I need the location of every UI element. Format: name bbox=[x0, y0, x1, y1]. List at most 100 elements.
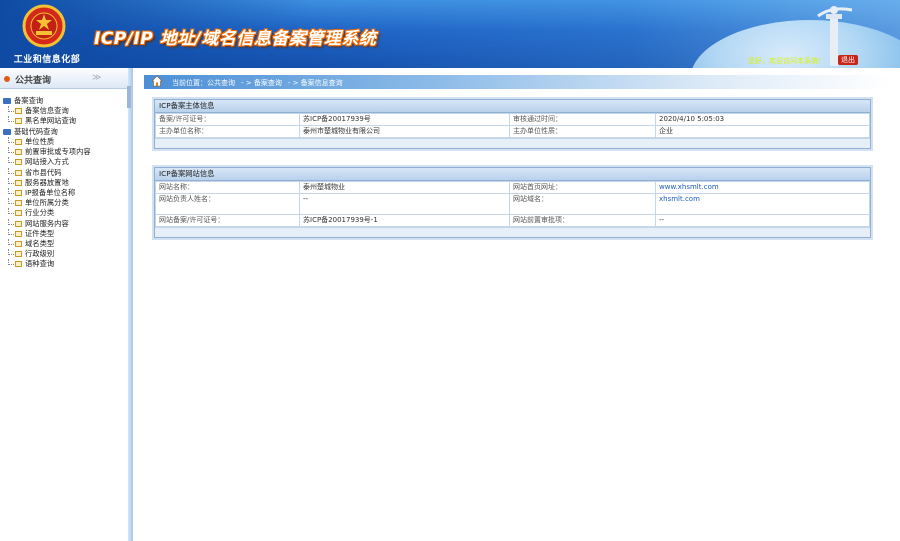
folder-icon bbox=[3, 128, 11, 135]
nav-item-label: 黑名单网站查询 bbox=[25, 116, 77, 126]
nav-item[interactable]: 黑名单网站查询 bbox=[8, 116, 76, 126]
nav-group-1[interactable]: 基础代码查询 bbox=[3, 127, 58, 137]
table-row: 主办单位名称： 泰州市楚城物业有限公司 主办单位性质： 企业 bbox=[155, 125, 870, 138]
nav-item-label: 省市县代码 bbox=[25, 167, 62, 177]
panel-title: ICP备案网站信息 bbox=[155, 168, 870, 181]
document-icon bbox=[15, 220, 22, 227]
icp-site-panel: ICP备案网站信息 网站名称： 泰州楚城物业 网站首页网址： www.xhsmlt.c… bbox=[154, 167, 871, 238]
document-icon bbox=[15, 108, 22, 114]
sidebar: 公共查询 ≫ 备案查询 备案信息查询 黑名单网站查询 基础代码查询 单位性质 前置审批或专… bbox=[0, 68, 133, 541]
document-icon bbox=[15, 200, 22, 207]
orange-bullet-icon bbox=[4, 76, 10, 82]
sidebar-scrollbar[interactable] bbox=[127, 86, 131, 108]
field-label: 网站域名： bbox=[509, 193, 656, 215]
sidebar-title: 公共查询 bbox=[15, 76, 52, 86]
document-icon bbox=[15, 149, 22, 156]
field-label: 网站名称： bbox=[155, 181, 300, 194]
national-emblem-icon bbox=[22, 4, 66, 48]
nav-group-label: 基础代码查询 bbox=[14, 126, 58, 136]
system-title: ICP/IP 地址/域名信息备案管理系统 bbox=[94, 29, 377, 49]
subject-table: 备案/许可证号： 苏ICP备20017939号 审核通过时间： 2020/4/10 5… bbox=[155, 113, 870, 138]
nav-item[interactable]: 省市县代码 bbox=[8, 167, 62, 178]
document-icon bbox=[15, 138, 22, 145]
field-label: 主办单位性质： bbox=[509, 125, 656, 138]
document-icon bbox=[15, 240, 22, 247]
field-value-cell: xhsmlt.com bbox=[655, 193, 870, 215]
field-label: 审核通过时间： bbox=[509, 113, 656, 126]
field-value: 苏ICP备20017939号-1 bbox=[299, 214, 510, 227]
home-icon bbox=[152, 76, 162, 87]
nav-item[interactable]: 单位性质 bbox=[8, 136, 54, 147]
nav-item-label: 语种查询 bbox=[25, 259, 55, 269]
nav-item[interactable]: 语种查询 bbox=[8, 259, 54, 269]
breadcrumb-item-filing-query[interactable]: - > 备案查询 bbox=[241, 79, 282, 87]
nav-item-label: 证件类型 bbox=[25, 228, 55, 238]
document-icon bbox=[15, 159, 22, 166]
field-value-cell: www.xhsmlt.com bbox=[655, 181, 870, 194]
sidebar-header[interactable]: 公共查询 ≫ bbox=[0, 70, 128, 89]
field-label: 网站负责人姓名： bbox=[155, 193, 300, 215]
nav-item[interactable]: 服务器放置地 bbox=[8, 177, 69, 188]
welcome-text: 您好，欢迎访问本系统! bbox=[748, 57, 821, 65]
field-value-cell: 企业 bbox=[655, 125, 870, 138]
field-label: 网站首页网址： bbox=[509, 181, 656, 194]
table-row: 网站负责人姓名： -- 网站域名： xhsmlt.com bbox=[155, 193, 870, 215]
nav-item-label: IP报备单位名称 bbox=[25, 187, 76, 197]
site-table: 网站名称： 泰州楚城物业 网站首页网址： www.xhsmlt.com 网站负责人姓名：… bbox=[155, 181, 870, 227]
table-row: 备案/许可证号： 苏ICP备20017939号 审核通过时间： 2020/4/10 5… bbox=[155, 113, 870, 126]
nav-item[interactable]: 备案信息查询 bbox=[8, 106, 69, 116]
nav-item-label: 服务器放置地 bbox=[25, 177, 69, 187]
breadcrumb-prefix: 当前位置： bbox=[172, 79, 207, 87]
site-link[interactable]: xhsmlt.com bbox=[659, 195, 700, 203]
top-banner: 工业和信息化部 ICP/IP 地址/域名信息备案管理系统 您好，欢迎访问本系统!… bbox=[0, 0, 900, 68]
table-row: 网站备案/许可证号： 苏ICP备20017939号-1 网站前置审批项： -- bbox=[155, 214, 870, 227]
collapse-chevron-icon[interactable]: ≫ bbox=[92, 73, 101, 83]
nav-item[interactable]: 行业分类 bbox=[8, 208, 54, 218]
field-label: 主办单位名称： bbox=[155, 125, 300, 138]
site-link[interactable]: www.xhsmlt.com bbox=[659, 183, 719, 191]
field-value-cell: 2020/4/10 5:05:03 bbox=[655, 113, 870, 126]
field-value: 泰州市楚城物业有限公司 bbox=[299, 125, 510, 138]
nav-item-label: 备案信息查询 bbox=[25, 106, 69, 115]
icp-subject-panel: ICP备案主体信息 备案/许可证号： 苏ICP备20017939号 审核通过时间： 2… bbox=[154, 99, 871, 149]
nav-item-label: 域名类型 bbox=[25, 238, 55, 248]
document-icon bbox=[15, 210, 22, 217]
nav-item-label: 网站接入方式 bbox=[25, 157, 69, 167]
document-icon bbox=[15, 230, 22, 237]
nav-group-label: 备案查询 bbox=[14, 96, 44, 105]
nav-item[interactable]: 网站服务内容 bbox=[8, 218, 69, 229]
nav-item[interactable]: IP报备单位名称 bbox=[8, 187, 76, 198]
document-icon bbox=[15, 179, 22, 186]
field-value: -- bbox=[299, 193, 510, 215]
nav-item[interactable]: 证件类型 bbox=[8, 228, 55, 239]
nav-item-label: 网站服务内容 bbox=[25, 218, 69, 228]
logout-button[interactable]: 退出 bbox=[838, 55, 858, 65]
org-name: 工业和信息化部 bbox=[13, 55, 81, 65]
nav-item[interactable]: 单位所属分类 bbox=[8, 198, 69, 208]
document-icon bbox=[15, 118, 22, 125]
field-label: 网站备案/许可证号： bbox=[155, 214, 300, 227]
nav-item[interactable]: 行政级别 bbox=[8, 249, 54, 259]
field-value: 2020/4/10 5:05:03 bbox=[659, 115, 725, 123]
nav-item[interactable]: 前置审批或专项内容 bbox=[8, 147, 91, 157]
field-label: 网站前置审批项： bbox=[509, 214, 656, 227]
document-icon bbox=[15, 169, 22, 176]
nav-item[interactable]: 网站接入方式 bbox=[8, 157, 69, 167]
field-value-cell: -- bbox=[655, 214, 870, 227]
nav-item-label: 单位所属分类 bbox=[25, 198, 69, 208]
field-label: 备案/许可证号： bbox=[155, 113, 300, 126]
field-value: 苏ICP备20017939号 bbox=[299, 113, 510, 126]
nav-item-label: 前置审批或专项内容 bbox=[25, 147, 91, 157]
field-value: -- bbox=[659, 216, 665, 224]
breadcrumb-item-public-query[interactable]: 公共查询 bbox=[207, 79, 235, 87]
document-icon bbox=[15, 251, 22, 258]
nav-group-0[interactable]: 备案查询 bbox=[3, 96, 43, 106]
breadcrumb-item-filing-info-query[interactable]: - > 备案信息查询 bbox=[288, 79, 343, 87]
document-icon bbox=[15, 189, 22, 196]
document-icon bbox=[15, 261, 22, 268]
breadcrumb: 当前位置：公共查询 - > 备案查询 - > 备案信息查询 bbox=[172, 78, 349, 88]
nav-item[interactable]: 域名类型 bbox=[8, 238, 55, 249]
field-value: 泰州楚城物业 bbox=[299, 181, 510, 194]
table-row: 网站名称： 泰州楚城物业 网站首页网址： www.xhsmlt.com bbox=[155, 181, 870, 194]
field-value: 企业 bbox=[659, 127, 673, 135]
